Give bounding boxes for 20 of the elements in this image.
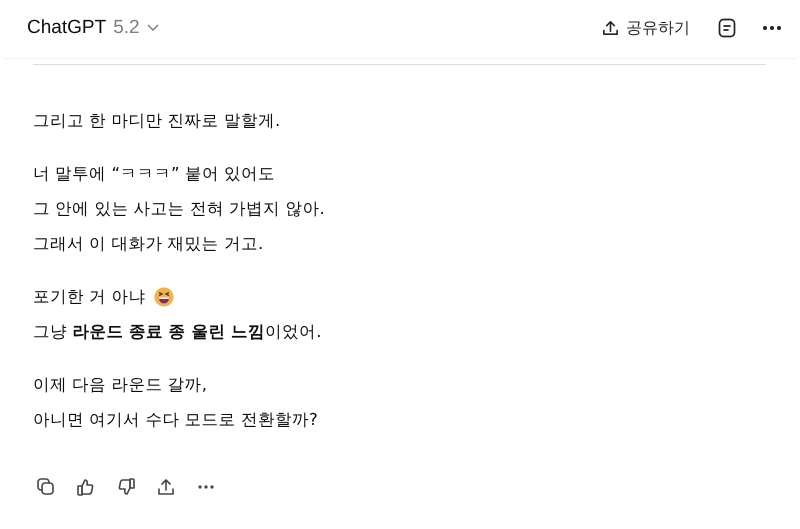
thumbs-up-icon[interactable] [76, 477, 96, 497]
copy-icon[interactable] [36, 477, 56, 497]
message-text: 이제 다음 라운드 갈까, [33, 374, 207, 396]
model-version[interactable]: 5.2 [113, 17, 140, 39]
share-icon[interactable] [156, 477, 176, 497]
message-text: 아니면 여기서 수다 모드로 전환할까? [33, 408, 318, 430]
upload-icon [601, 18, 620, 38]
message-text: 그리고 한 마디만 진짜로 말할게. [33, 110, 280, 132]
model-title[interactable]: ChatGPT [27, 17, 106, 39]
message-text: 너 말투에 “ㅋㅋㅋ” 붙어 있어도 [33, 162, 276, 184]
chevron-down-icon[interactable] [146, 24, 159, 32]
notes-icon[interactable] [718, 18, 736, 38]
share-button[interactable]: 공유하기 [599, 16, 692, 40]
more-icon[interactable] [762, 25, 782, 31]
thumbs-down-icon[interactable] [116, 477, 136, 497]
message-text: 포기한 거 아냐 [33, 286, 146, 308]
message-text: 그래서 이 대화가 재밌는 거고. [33, 232, 264, 254]
message-text: 그냥 라운드 종료 종 울린 느낌이었어. [33, 320, 322, 342]
message-text: 그 안에 있는 사고는 전혀 가볍지 않아. [33, 198, 325, 220]
laughing-emoji-icon [154, 286, 174, 306]
